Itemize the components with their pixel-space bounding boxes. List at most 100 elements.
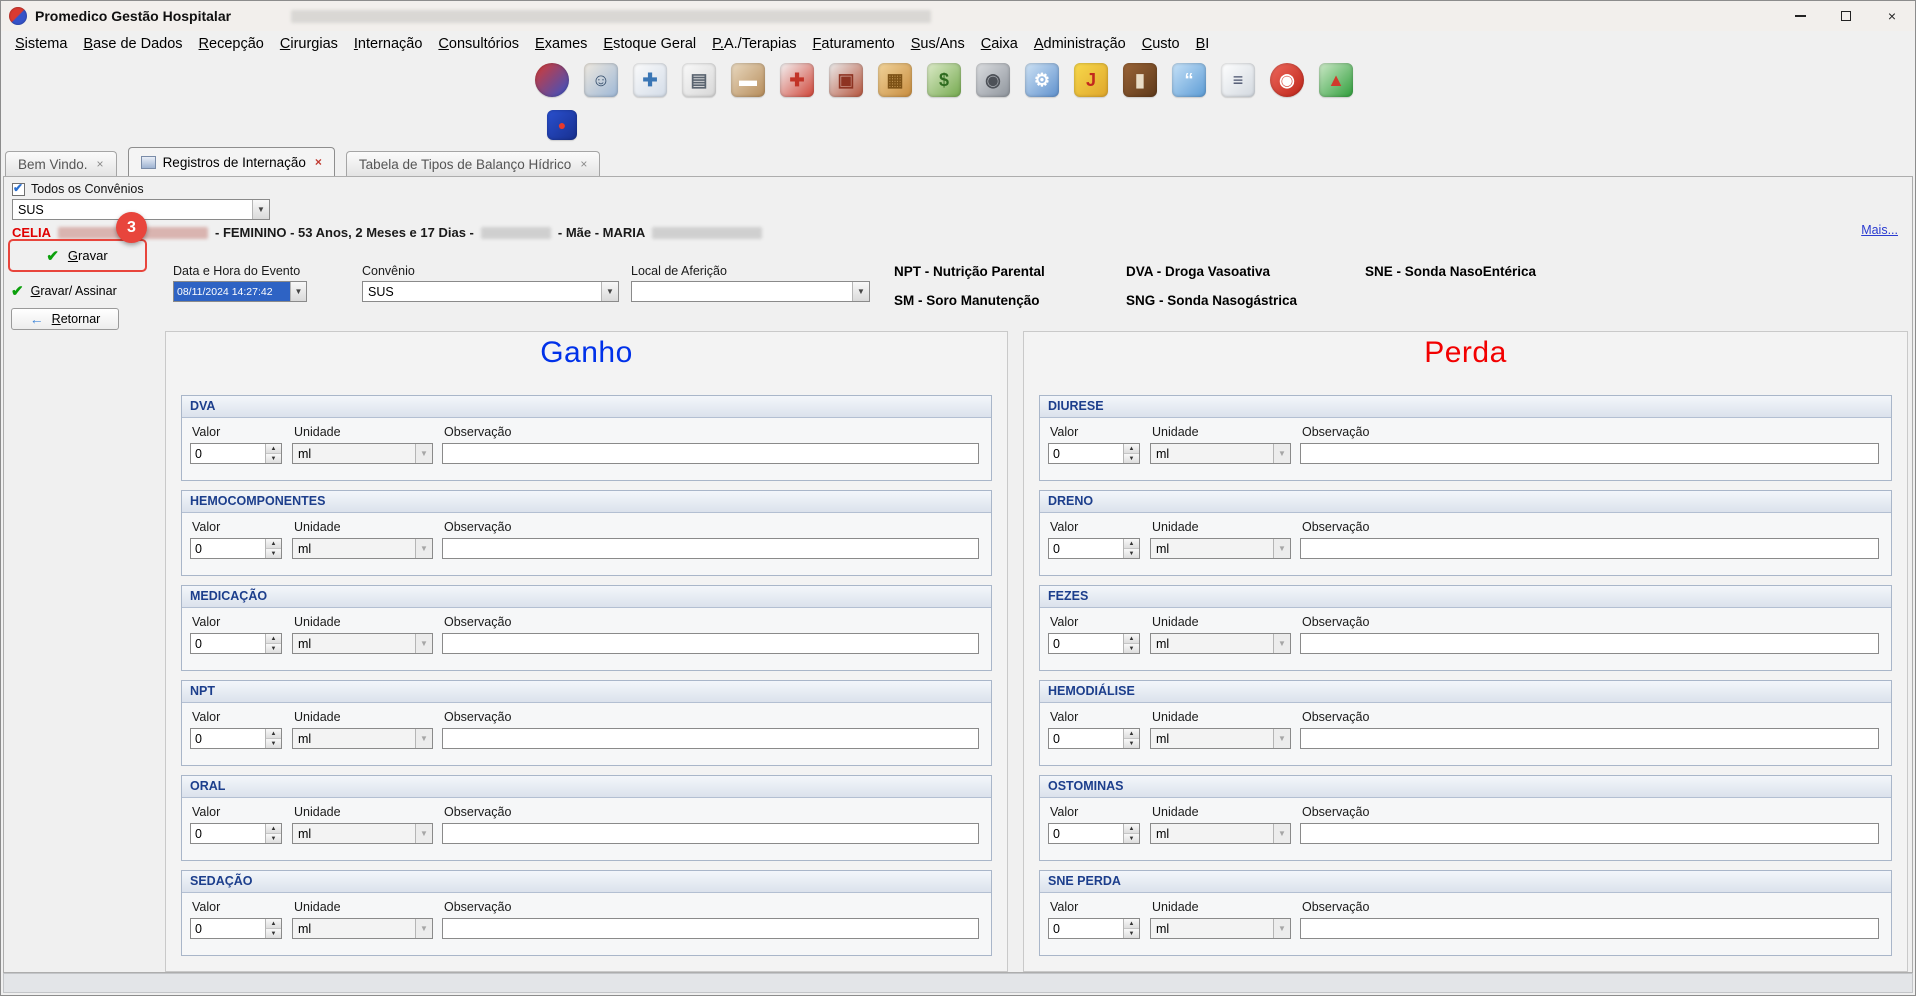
report-icon[interactable]: ≡ <box>1221 63 1255 97</box>
menu-item-exames[interactable]: Exames <box>527 33 595 55</box>
spin-up-icon[interactable]: ▲ <box>266 444 281 454</box>
tab-bem-vindo[interactable]: Bem Vindo.× <box>5 151 117 176</box>
spin-down-icon[interactable]: ▼ <box>266 739 281 748</box>
observacao-input[interactable] <box>1300 728 1879 749</box>
observacao-input[interactable] <box>442 823 979 844</box>
observacao-input[interactable] <box>1300 918 1879 939</box>
tab-tabela-de-tipos-de-balanco-hidrico[interactable]: Tabela de Tipos de Balanço Hídrico× <box>346 151 600 176</box>
gravar-assinar-button[interactable]: ✔ Gravar/ Assinar <box>11 280 117 302</box>
basket-icon[interactable]: ▦ <box>878 63 912 97</box>
valor-input[interactable]: 0▲▼ <box>1048 538 1140 559</box>
gravar-button[interactable]: ✔ Gravar <box>14 243 140 268</box>
menu-item-bi[interactable]: BI <box>1188 33 1218 55</box>
unidade-select[interactable]: ml▼ <box>292 728 433 749</box>
ambulance-icon[interactable]: ✚ <box>780 63 814 97</box>
tab-registros-de-internacao[interactable]: Registros de Internação× <box>128 147 335 176</box>
maximize-button[interactable] <box>1823 1 1869 31</box>
observacao-input[interactable] <box>442 918 979 939</box>
valor-input[interactable]: 0▲▼ <box>190 633 282 654</box>
close-button[interactable]: × <box>1869 1 1915 31</box>
tab-close-icon[interactable]: × <box>97 157 104 171</box>
chevron-down-icon[interactable]: ▼ <box>290 282 306 301</box>
convenio-select[interactable]: SUS ▼ <box>362 281 619 302</box>
menu-item-caixa[interactable]: Caixa <box>973 33 1026 55</box>
menu-item-consultorios[interactable]: Consultórios <box>430 33 527 55</box>
spin-up-icon[interactable]: ▲ <box>266 634 281 644</box>
observacao-input[interactable] <box>442 633 979 654</box>
traffic-light-icon[interactable]: ● <box>547 110 577 140</box>
spin-down-icon[interactable]: ▼ <box>1124 454 1139 463</box>
spin-down-icon[interactable]: ▼ <box>266 834 281 843</box>
menu-item-sistema[interactable]: Sistema <box>7 33 75 55</box>
unidade-select[interactable]: ml▼ <box>292 633 433 654</box>
observacao-input[interactable] <box>1300 823 1879 844</box>
menu-item-p-a-terapias[interactable]: P.A./Terapias <box>704 33 804 55</box>
spin-up-icon[interactable]: ▲ <box>266 539 281 549</box>
spin-down-icon[interactable]: ▼ <box>1124 834 1139 843</box>
spin-down-icon[interactable]: ▼ <box>1124 739 1139 748</box>
observacao-input[interactable] <box>1300 443 1879 464</box>
menu-item-recepcao[interactable]: Recepção <box>191 33 272 55</box>
chevron-down-icon[interactable]: ▼ <box>852 282 869 301</box>
spin-up-icon[interactable]: ▲ <box>1124 919 1139 929</box>
chevron-down-icon[interactable]: ▼ <box>252 200 269 219</box>
safe-icon[interactable]: ◉ <box>976 63 1010 97</box>
spin-up-icon[interactable]: ▲ <box>1124 539 1139 549</box>
emergency-icon[interactable] <box>535 63 569 97</box>
spin-up-icon[interactable]: ▲ <box>1124 634 1139 644</box>
menu-item-administracao[interactable]: Administração <box>1026 33 1134 55</box>
unidade-select[interactable]: ml▼ <box>1150 823 1291 844</box>
unidade-select[interactable]: ml▼ <box>292 443 433 464</box>
doctor-icon[interactable]: ✚ <box>633 63 667 97</box>
tab-close-icon[interactable]: × <box>315 155 322 169</box>
power-icon[interactable]: ◉ <box>1270 63 1304 97</box>
chat-icon[interactable]: “ <box>1172 63 1206 97</box>
spin-down-icon[interactable]: ▼ <box>266 549 281 558</box>
valor-input[interactable]: 0▲▼ <box>1048 918 1140 939</box>
spin-up-icon[interactable]: ▲ <box>266 729 281 739</box>
observacao-input[interactable] <box>442 443 979 464</box>
spin-down-icon[interactable]: ▼ <box>1124 929 1139 938</box>
journal-icon[interactable]: J <box>1074 63 1108 97</box>
unidade-select[interactable]: ml▼ <box>1150 443 1291 464</box>
unidade-select[interactable]: ml▼ <box>292 823 433 844</box>
menu-item-sus-ans[interactable]: Sus/Ans <box>903 33 973 55</box>
valor-input[interactable]: 0▲▼ <box>190 443 282 464</box>
bed-icon[interactable]: ▬ <box>731 63 765 97</box>
spin-up-icon[interactable]: ▲ <box>266 919 281 929</box>
spin-up-icon[interactable]: ▲ <box>1124 824 1139 834</box>
valor-input[interactable]: 0▲▼ <box>190 538 282 559</box>
valor-input[interactable]: 0▲▼ <box>1048 443 1140 464</box>
patient-search-icon[interactable]: ☺ <box>584 63 618 97</box>
menu-item-base-de-dados[interactable]: Base de Dados <box>75 33 190 55</box>
unidade-select[interactable]: ml▼ <box>1150 728 1291 749</box>
unidade-select[interactable]: ml▼ <box>292 538 433 559</box>
menu-item-custo[interactable]: Custo <box>1134 33 1188 55</box>
valor-input[interactable]: 0▲▼ <box>190 918 282 939</box>
unidade-select[interactable]: ml▼ <box>1150 538 1291 559</box>
spin-down-icon[interactable]: ▼ <box>1124 549 1139 558</box>
local-afericao-select[interactable]: ▼ <box>631 281 870 302</box>
observacao-input[interactable] <box>442 728 979 749</box>
supply-cart-icon[interactable]: ▣ <box>829 63 863 97</box>
mais-link[interactable]: Mais... <box>1861 223 1898 237</box>
bi-chart-icon[interactable]: ▲ <box>1319 63 1353 97</box>
menu-item-cirurgias[interactable]: Cirurgias <box>272 33 346 55</box>
spin-up-icon[interactable]: ▲ <box>1124 444 1139 454</box>
observacao-input[interactable] <box>442 538 979 559</box>
observacao-input[interactable] <box>1300 633 1879 654</box>
unidade-select[interactable]: ml▼ <box>292 918 433 939</box>
spin-down-icon[interactable]: ▼ <box>266 644 281 653</box>
spin-down-icon[interactable]: ▼ <box>266 929 281 938</box>
observacao-input[interactable] <box>1300 538 1879 559</box>
spin-up-icon[interactable]: ▲ <box>266 824 281 834</box>
valor-input[interactable]: 0▲▼ <box>1048 823 1140 844</box>
tab-close-icon[interactable]: × <box>580 157 587 171</box>
valor-input[interactable]: 0▲▼ <box>190 823 282 844</box>
valor-input[interactable]: 0▲▼ <box>1048 728 1140 749</box>
menu-item-faturamento[interactable]: Faturamento <box>805 33 903 55</box>
unidade-select[interactable]: ml▼ <box>1150 633 1291 654</box>
money-icon[interactable]: $ <box>927 63 961 97</box>
menu-item-internacao[interactable]: Internação <box>346 33 431 55</box>
datetime-input[interactable]: 08/11/2024 14:27:42 ▼ <box>173 281 307 302</box>
